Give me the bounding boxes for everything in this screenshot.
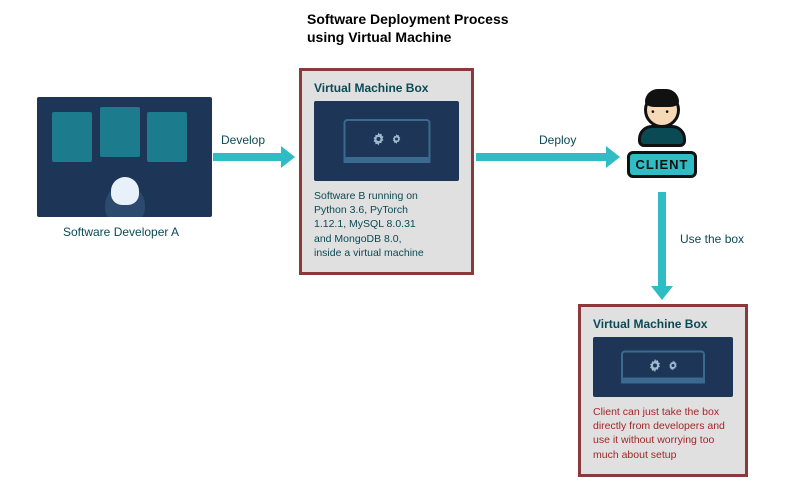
developer-label: Software Developer A (63, 225, 179, 239)
arrow-use (658, 192, 666, 288)
arrow-develop (213, 153, 283, 161)
client-body-icon (638, 125, 686, 147)
client-node: CLIENT (622, 92, 702, 178)
vm1-title: Virtual Machine Box (314, 81, 459, 95)
vm1-illustration (314, 101, 459, 181)
developer-illustration (37, 97, 212, 217)
gear-icon (647, 357, 663, 373)
gear-icon (391, 133, 403, 145)
arrow-deploy-label: Deploy (539, 133, 576, 147)
developer-node (37, 97, 212, 217)
vm1-description: Software B running on Python 3.6, PyTorc… (314, 189, 429, 260)
vm2-description: Client can just take the box directly fr… (593, 405, 733, 462)
vm-box-1: Virtual Machine Box Software B running o… (299, 68, 474, 275)
diagram-title: Software Deployment Process using Virtua… (307, 10, 509, 46)
arrow-use-label: Use the box (680, 232, 744, 246)
vm2-title: Virtual Machine Box (593, 317, 733, 331)
arrow-deploy (476, 153, 608, 161)
gear-icon (371, 131, 387, 147)
laptop-icon (343, 119, 430, 163)
gear-icon (667, 359, 679, 371)
vm-box-2: Virtual Machine Box Client can just take… (578, 304, 748, 477)
client-avatar-icon (644, 92, 680, 128)
arrow-develop-label: Develop (221, 133, 265, 147)
client-badge: CLIENT (627, 151, 698, 178)
vm2-illustration (593, 337, 733, 397)
laptop-icon (621, 351, 705, 384)
